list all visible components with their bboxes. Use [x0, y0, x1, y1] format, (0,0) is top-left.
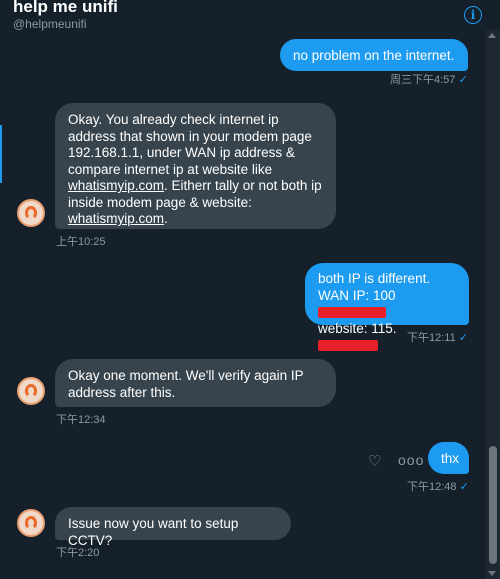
selection-accent	[0, 125, 2, 183]
chat-header: help me unifi @helpmeunifi i	[0, 0, 500, 36]
message-text: no problem on the internet.	[293, 48, 455, 63]
message-bubble-received[interactable]: Okay. You already check internet ip addr…	[55, 103, 336, 229]
conversation-handle: @helpmeunifi	[13, 17, 87, 31]
avatar[interactable]	[17, 377, 45, 405]
info-icon[interactable]: i	[464, 6, 482, 24]
redaction-mark	[318, 339, 378, 351]
message-timestamp: 下午12:11 ✓	[407, 332, 468, 344]
message-timestamp: 上午10:25	[56, 236, 106, 248]
avatar[interactable]	[17, 199, 45, 227]
message-bubble-received[interactable]: Issue now you want to setup CCTV?	[55, 507, 291, 548]
message-bubble-sent[interactable]: both IP is different. WAN IP: 100 websit…	[305, 263, 469, 351]
read-check-icon: ✓	[458, 332, 468, 344]
scroll-down-icon[interactable]	[488, 571, 496, 576]
message-timestamp: 下午12:34	[56, 414, 106, 426]
message-bubble-sent[interactable]: thx	[428, 442, 469, 474]
read-check-icon: ✓	[459, 481, 469, 493]
heart-icon[interactable]: ♡	[368, 452, 381, 470]
more-options-icon[interactable]: ooo	[398, 452, 424, 468]
redaction-mark	[318, 306, 386, 318]
message-bubble-received[interactable]: Okay one moment. We'll verify again IP a…	[55, 359, 336, 407]
scroll-up-icon[interactable]	[488, 33, 496, 38]
read-check-icon: ✓	[458, 74, 468, 86]
link-whatismyip[interactable]: whatismyip.com	[68, 211, 164, 226]
link-whatismyip[interactable]: whatismyip.com	[68, 178, 164, 193]
message-timestamp: 周三下午4:57 ✓	[390, 74, 468, 86]
message-bubble-sent[interactable]: no problem on the internet.	[280, 39, 468, 71]
conversation-title: help me unifi	[13, 0, 118, 16]
message-timestamp: 下午2:20	[56, 547, 100, 559]
message-timestamp: 下午12:48 ✓	[407, 481, 469, 493]
scrollbar-thumb[interactable]	[489, 446, 497, 564]
avatar[interactable]	[17, 509, 45, 537]
